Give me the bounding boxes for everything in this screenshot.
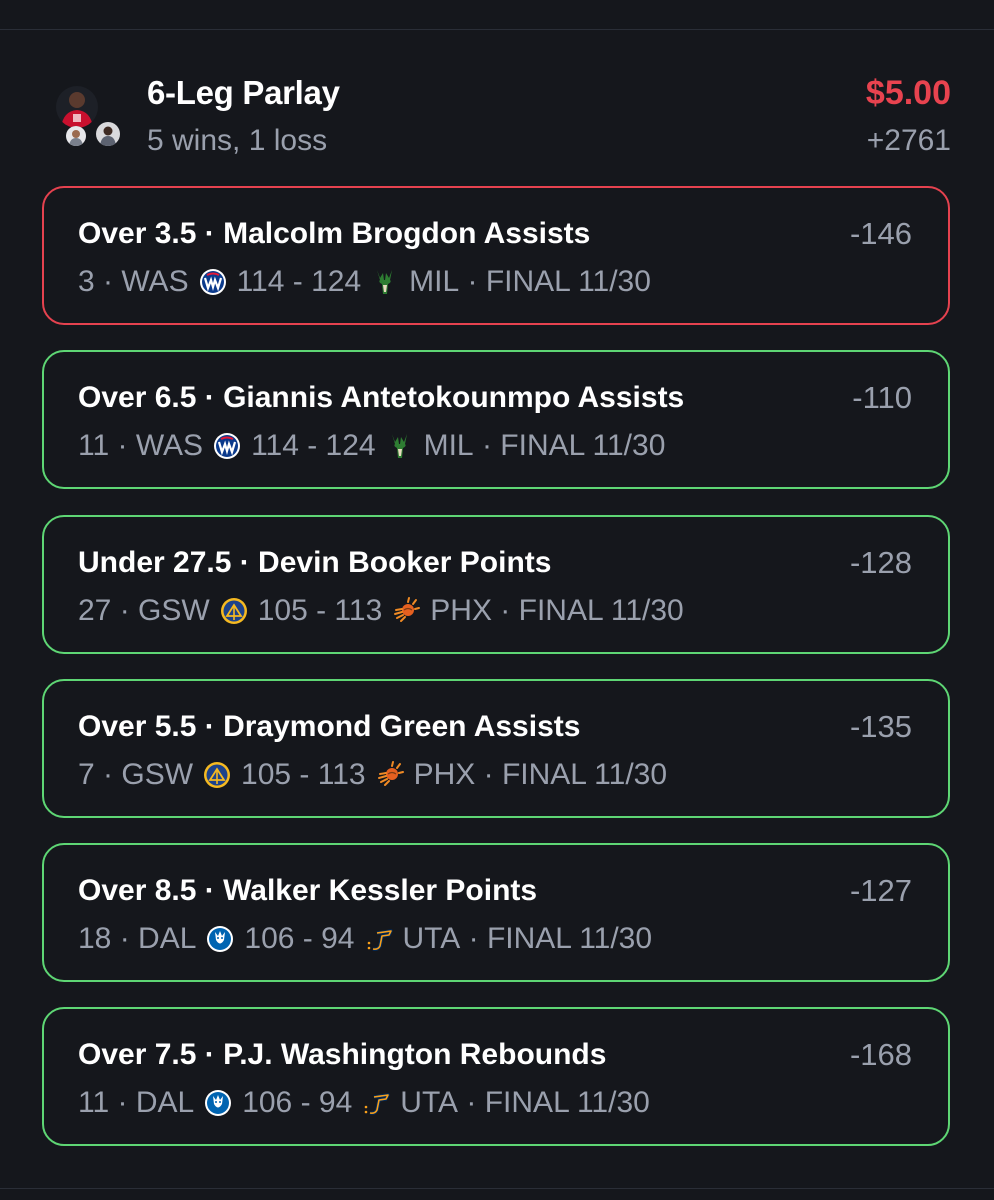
leg-odds: -110 [852,380,912,415]
leg-result-stat: 7 [78,758,95,791]
leg-card[interactable]: Over 6.5 · Giannis Antetokounmpo Assists… [42,350,950,489]
away-team: GSW [138,594,210,627]
leg-game-line: 11 · WAS 114 - 124 MIL · FINAL 11/30 [78,429,665,463]
top-divider [0,29,994,30]
leg-result-stat: 18 [78,922,112,955]
bottom-divider [0,1188,994,1189]
leg-result-stat: 11 [78,1086,110,1119]
separator-dot: · [111,922,139,955]
player-avatar-small-1 [66,126,86,146]
suns-logo-icon [375,760,405,790]
separator-dot: · [111,594,139,627]
leg-pick: Over 3.5 · Malcolm Brogdon Assists [78,217,591,250]
jazz-logo-icon [361,1088,391,1118]
bucks-logo-icon [370,267,400,297]
away-team: DAL [138,922,197,955]
separator-dot: · [491,594,519,627]
separator-dot: · [475,758,502,791]
separator-dot: · [109,429,136,462]
game-status: FINAL 11/30 [501,758,668,791]
separator-dot: · [94,265,122,298]
game-status: FINAL 11/30 [500,429,666,462]
parlay-record: 5 wins, 1 loss [147,124,328,157]
away-team: DAL [135,1086,195,1119]
separator-dot: · [94,758,122,791]
leg-pick: Under 27.5 · Devin Booker Points [78,546,552,579]
home-team: UTA [402,922,461,955]
mavericks-logo-icon [203,1088,233,1118]
separator-dot: · [459,265,486,298]
game-score: 114 - 124 [251,429,376,462]
leg-game-line: 27 · GSW 105 - 113 PHX · FINAL 11/30 [78,594,684,628]
leg-game-line: 11 · DAL 106 - 94 UTA · FINAL 11/30 [78,1086,650,1120]
game-score: 105 - 113 [241,758,366,791]
leg-pick: Over 7.5 · P.J. Washington Rebounds [78,1038,607,1071]
leg-odds: -127 [849,873,912,908]
leg-odds: -128 [849,545,912,580]
leg-odds: -168 [849,1037,912,1072]
leg-card[interactable]: Over 3.5 · Malcolm Brogdon Assists -146 3 … [42,186,950,325]
game-score: 106 - 94 [244,922,355,955]
leg-card[interactable]: Over 5.5 · Draymond Green Assists -135 7 ·… [42,679,950,818]
leg-card[interactable]: Under 27.5 · Devin Booker Points -128 27 ·… [42,515,950,654]
jazz-logo-icon [364,924,394,954]
away-team: GSW [121,758,194,791]
away-team: WAS [121,265,189,298]
separator-dot: · [458,1086,485,1119]
leg-result-stat: 11 [78,429,110,462]
game-status: FINAL 11/30 [486,922,653,955]
game-score: 106 - 94 [242,1086,353,1119]
parlay-odds: +2761 [866,124,951,157]
bucks-logo-icon [385,431,415,461]
player-avatars [50,78,122,148]
game-score: 105 - 113 [257,594,383,627]
leg-pick: Over 5.5 · Draymond Green Assists [78,710,581,743]
parlay-header[interactable]: 6-Leg Parlay 5 wins, 1 loss $5.00 +2761 [50,66,954,166]
away-team: WAS [135,429,204,462]
player-avatar-small-2 [96,122,120,146]
leg-card[interactable]: Over 8.5 · Walker Kessler Points -127 18 ·… [42,843,950,982]
leg-result-stat: 27 [78,594,112,627]
leg-pick: Over 8.5 · Walker Kessler Points [78,874,538,907]
separator-dot: · [473,429,501,462]
leg-result-stat: 3 [78,265,95,298]
leg-game-line: 18 · DAL 106 - 94 UTA · FINAL 11/30 [78,922,652,956]
leg-game-line: 7 · GSW 105 - 113 PHX · FINAL 11/30 [78,758,667,792]
home-team: UTA [400,1086,459,1119]
game-status: FINAL 11/30 [485,265,651,298]
wizards-logo-icon [212,431,242,461]
wizards-logo-icon [198,267,228,297]
warriors-logo-icon [202,760,232,790]
separator-dot: · [460,922,487,955]
game-score: 114 - 124 [236,265,362,298]
home-team: PHX [413,758,476,791]
home-team: MIL [409,265,460,298]
parlay-title: 6-Leg Parlay [147,74,340,111]
leg-odds: -135 [849,709,912,744]
warriors-logo-icon [219,596,249,626]
suns-logo-icon [391,596,421,626]
mavericks-logo-icon [205,924,235,954]
player-avatar-main [56,86,98,128]
home-team: PHX [430,594,492,627]
leg-odds: -146 [849,216,912,251]
leg-card[interactable]: Over 7.5 · P.J. Washington Rebounds -168 1… [42,1007,950,1146]
leg-game-line: 3 · WAS 114 - 124 MIL · FINAL 11/30 [78,265,651,299]
separator-dot: · [109,1086,136,1119]
game-status: FINAL 11/30 [484,1086,650,1119]
game-status: FINAL 11/30 [518,594,684,627]
home-team: MIL [423,429,474,462]
leg-pick: Over 6.5 · Giannis Antetokounmpo Assists [78,381,685,414]
parlay-stake: $5.00 [865,74,951,112]
